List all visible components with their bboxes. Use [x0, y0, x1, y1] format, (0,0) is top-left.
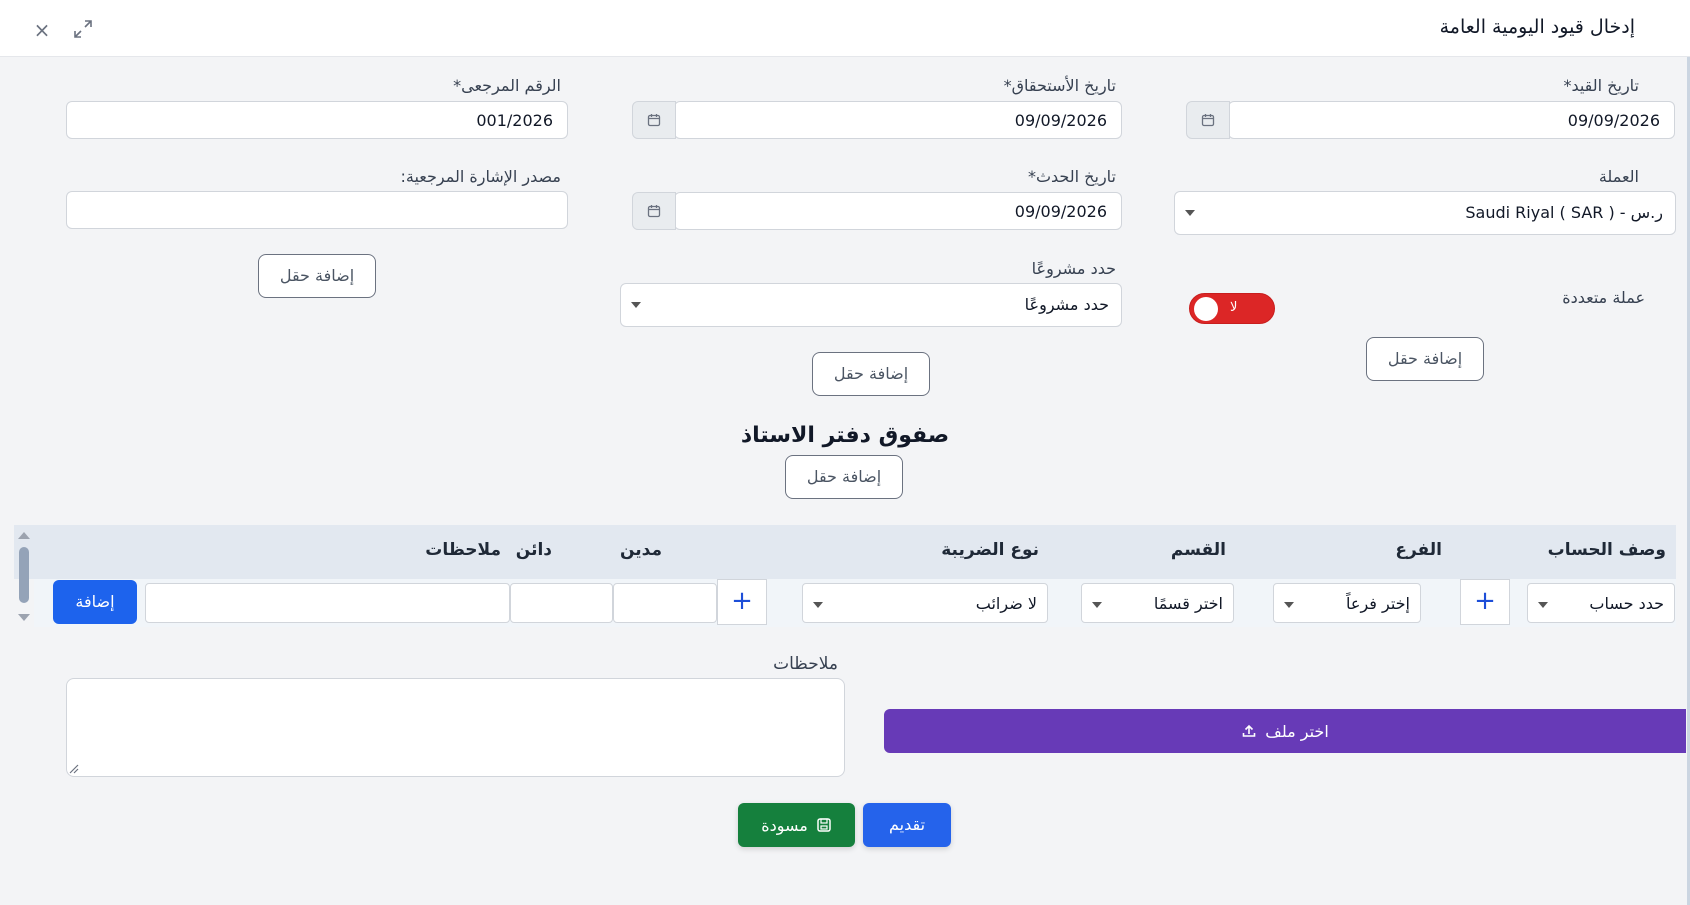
event-date-label: تاريخ الحدث* [1027, 167, 1116, 186]
journal-entry-modal: إدخال قيود اليومية العامة × تاريخ القيد*… [0, 0, 1690, 905]
tax-type-select[interactable]: لا ضرائب [802, 583, 1048, 623]
col-notes: ملاحظات [425, 540, 501, 560]
multi-currency-toggle[interactable]: لا [1189, 293, 1275, 324]
table-scrollbar[interactable] [14, 530, 34, 624]
chevron-down-icon [813, 602, 823, 608]
col-account: وصف الحساب [1547, 540, 1666, 560]
chevron-down-icon [1538, 602, 1548, 608]
event-date-calendar-icon[interactable] [632, 192, 676, 230]
notes-textarea[interactable] [66, 678, 845, 777]
toggle-text: لا [1230, 300, 1238, 315]
event-date-input[interactable]: 09/09/2026 [674, 192, 1122, 230]
chevron-down-icon [1092, 602, 1102, 608]
notes-label: ملاحظات [773, 654, 838, 674]
chevron-down-icon [631, 302, 641, 308]
close-icon[interactable]: × [32, 20, 52, 40]
due-date-label: تاريخ الأستحقاق* [1003, 76, 1116, 95]
submit-button[interactable]: تقديم [863, 803, 951, 847]
expand-icon[interactable] [72, 18, 94, 40]
choose-file-label: اختر ملف [1265, 721, 1329, 741]
chevron-down-icon [1185, 210, 1195, 216]
modal-title: إدخال قيود اليومية العامة [1439, 16, 1635, 38]
reference-source-label: مصدر الإشارة المرجعية: [400, 167, 561, 186]
reference-number-label: الرقم المرجعى* [453, 76, 561, 95]
multi-currency-label: عملة متعددة [1562, 288, 1645, 307]
col-debit: مدين [619, 540, 662, 560]
entry-date-input[interactable]: 09/09/2026 [1228, 101, 1675, 139]
upload-icon [1242, 724, 1256, 737]
project-select[interactable]: حدد مشروعًا [620, 283, 1122, 327]
add-field-button-3[interactable]: إضافة حقل [258, 254, 376, 298]
due-date-calendar-icon[interactable] [632, 101, 676, 139]
add-row-button[interactable]: إضافة [53, 580, 137, 624]
chevron-down-icon [1284, 602, 1294, 608]
save-icon [817, 818, 831, 832]
entry-date-calendar-icon[interactable] [1186, 101, 1230, 139]
resize-handle-icon[interactable] [69, 764, 79, 774]
add-field-button-1[interactable]: إضافة حقل [1366, 337, 1484, 381]
choose-file-button[interactable]: اختر ملف [884, 709, 1686, 753]
draft-button[interactable]: مسودة [738, 803, 855, 847]
add-field-button-4[interactable]: إضافة حقل [785, 455, 903, 499]
add-field-button-2[interactable]: إضافة حقل [812, 352, 930, 396]
modal-header: إدخال قيود اليومية العامة × [0, 0, 1690, 57]
debit-input[interactable] [613, 583, 717, 623]
toggle-knob [1194, 297, 1218, 321]
account-select[interactable]: حدد حساب [1527, 583, 1675, 623]
currency-select[interactable]: ر.س - ( Saudi Riyal ( SAR [1174, 191, 1676, 235]
col-tax-type: نوع الضريبة [941, 540, 1039, 560]
col-department: القسم [1170, 540, 1226, 560]
reference-number-input[interactable]: 001/2026 [66, 101, 568, 139]
reference-source-input[interactable] [66, 191, 568, 229]
due-date-input[interactable]: 09/09/2026 [674, 101, 1122, 139]
credit-input[interactable] [510, 583, 613, 623]
branch-select[interactable]: إختر فرعاً [1273, 583, 1421, 623]
add-account-plus-icon[interactable]: + [1460, 579, 1510, 625]
department-select[interactable]: اختر قسمًا [1081, 583, 1234, 623]
entry-date-label: تاريخ القيد* [1563, 76, 1639, 95]
ledger-section-title: صفوق دفتر الاستاذ [740, 423, 950, 448]
project-label: حدد مشروعًا [1031, 259, 1116, 278]
col-branch: الفرع [1395, 540, 1442, 560]
col-credit: دائن [515, 540, 552, 560]
row-notes-input[interactable] [145, 583, 510, 623]
currency-label: العملة [1598, 167, 1639, 186]
add-tax-plus-icon[interactable]: + [717, 579, 767, 625]
draft-label: مسودة [761, 815, 808, 835]
